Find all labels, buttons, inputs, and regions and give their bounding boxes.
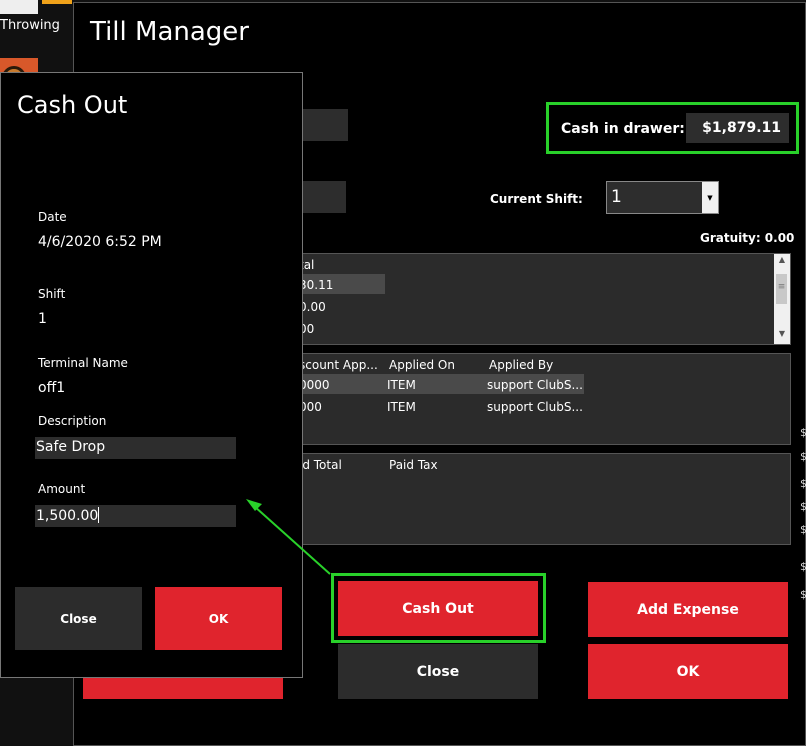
column-header: scount App... (299, 358, 378, 372)
cash-out-button[interactable]: Cash Out (338, 581, 538, 636)
shift-value: 1 (38, 311, 47, 327)
discounts-table[interactable]: scount App... Applied On Applied By 0000… (296, 353, 791, 445)
date-value: 4/6/2020 6:52 PM (38, 234, 162, 250)
close-button[interactable]: Close (338, 644, 538, 699)
column-header: Applied By (489, 358, 554, 372)
clipped-value: $0 (800, 477, 806, 490)
clipped-value: $0 (800, 560, 806, 573)
cash-in-drawer-label: Cash in drawer: (561, 121, 685, 137)
clipped-value: $ (800, 450, 806, 463)
table-cell[interactable]: support ClubS... (487, 400, 583, 414)
cash-in-drawer-value: $1,879.11 (686, 113, 789, 143)
add-expense-button[interactable]: Add Expense (588, 582, 788, 637)
window-title: Till Manager (90, 17, 249, 47)
amount-label: Amount (38, 482, 86, 496)
description-label: Description (38, 414, 107, 428)
amount-value: 1,500.00 (36, 508, 99, 524)
desktop-strip-orange (42, 0, 72, 4)
list-item[interactable]: 30.11 (299, 278, 333, 292)
table-cell[interactable]: support ClubS... (487, 378, 583, 392)
description-value: Safe Drop (36, 439, 106, 455)
desktop-top-icon (0, 0, 38, 14)
table-cell[interactable]: ITEM (387, 400, 416, 414)
list-item[interactable]: 0.00 (299, 300, 326, 314)
scroll-down-icon[interactable]: ▼ (774, 329, 790, 343)
date-label: Date (38, 210, 67, 224)
desktop-label: Throwing (0, 18, 60, 33)
amount-field[interactable]: 1,500.00 (35, 505, 236, 527)
clipped-value: $0 (800, 588, 806, 601)
chevron-down-icon[interactable]: ▼ (702, 182, 718, 213)
scroll-up-icon[interactable]: ▲ (774, 255, 790, 269)
totals-list[interactable]: tal 30.11 0.00 00 ▲ ≡ ▼ (296, 253, 791, 345)
clipped-value: $0 (800, 500, 806, 513)
text-caret (98, 507, 100, 523)
table-cell[interactable]: ITEM (387, 378, 416, 392)
clipped-value: $ (800, 523, 806, 536)
current-shift-label: Current Shift: (490, 192, 583, 206)
ok-button[interactable]: OK (588, 644, 788, 699)
hidden-field-2[interactable] (296, 181, 346, 213)
gratuity-text: Gratuity: 0.00 (700, 231, 795, 245)
description-field[interactable]: Safe Drop (35, 437, 236, 459)
dialog-close-button[interactable]: Close (15, 587, 142, 650)
clipped-value: $ (800, 426, 806, 439)
cash-out-dialog: Cash Out Date 4/6/2020 6:52 PM Shift 1 T… (0, 72, 303, 678)
column-header: Paid Tax (389, 458, 438, 472)
terminal-name-value: off1 (38, 380, 66, 396)
vertical-scrollbar[interactable]: ▲ ≡ ▼ (774, 254, 790, 344)
current-shift-value: 1 (611, 187, 622, 207)
paid-table[interactable]: id Total Paid Tax (296, 453, 791, 545)
column-header: id Total (299, 458, 342, 472)
table-cell[interactable]: 0000 (299, 378, 330, 392)
column-header: Applied On (389, 358, 455, 372)
shift-label: Shift (38, 287, 66, 301)
terminal-name-label: Terminal Name (38, 356, 128, 370)
cash-in-drawer-box: Cash in drawer: $1,879.11 (546, 102, 799, 154)
scroll-thumb[interactable]: ≡ (776, 274, 787, 304)
dialog-title: Cash Out (17, 91, 128, 119)
hidden-field-1[interactable] (296, 109, 348, 141)
current-shift-select[interactable]: 1 ▼ (606, 181, 719, 214)
dialog-ok-button[interactable]: OK (155, 587, 282, 650)
